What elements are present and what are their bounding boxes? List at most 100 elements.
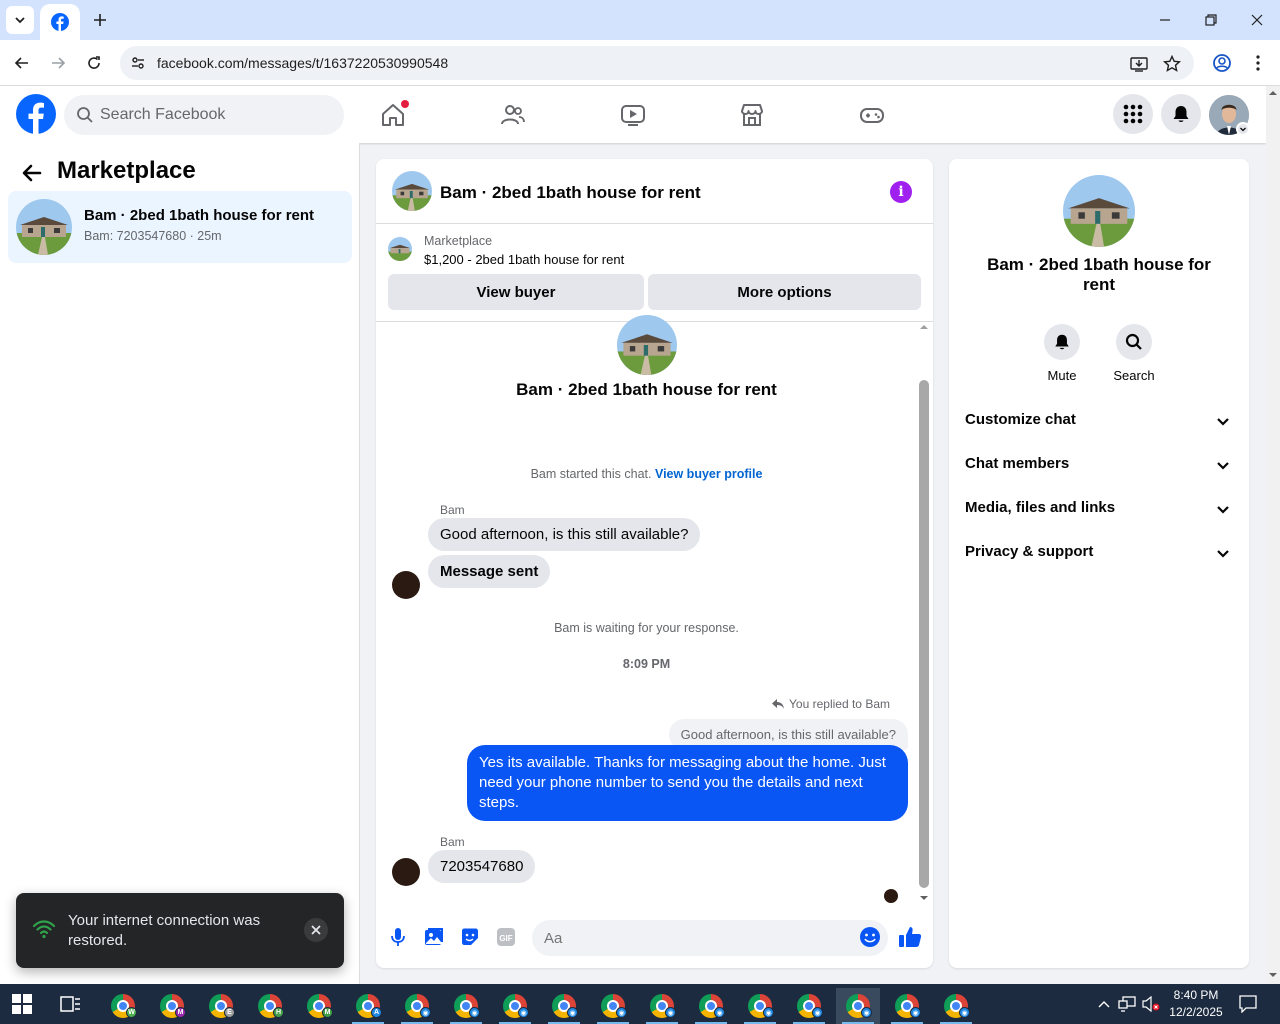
chat-members-row[interactable]: Chat members: [957, 443, 1241, 487]
chrome-taskbar-app[interactable]: ◉: [591, 988, 635, 1024]
minimize-button[interactable]: [1150, 6, 1180, 34]
media-files-links-row[interactable]: Media, files and links: [957, 487, 1241, 531]
video-icon: [621, 105, 645, 126]
facebook-logo-icon[interactable]: [16, 94, 56, 134]
friends-nav-button[interactable]: [498, 100, 528, 130]
incoming-message[interactable]: Message sent: [428, 555, 551, 588]
reload-button[interactable]: [80, 49, 108, 77]
restore-button[interactable]: [1196, 6, 1226, 34]
message-input[interactable]: [532, 920, 888, 956]
chrome-taskbar-app[interactable]: ◉: [738, 988, 782, 1024]
chrome-taskbar-app[interactable]: ◉: [542, 988, 586, 1024]
chrome-taskbar-app[interactable]: ◉: [493, 988, 537, 1024]
chrome-taskbar-app[interactable]: ◉: [689, 988, 733, 1024]
search-in-chat-button[interactable]: Search: [1104, 324, 1164, 383]
chrome-taskbar-app[interactable]: M: [150, 988, 194, 1024]
bell-icon: [1044, 324, 1080, 360]
tab-search-button[interactable]: [6, 6, 34, 34]
account-chevron-icon[interactable]: [1236, 122, 1250, 136]
chevron-down-icon: [1217, 550, 1229, 558]
browser-tab-facebook[interactable]: [40, 4, 80, 40]
photo-icon[interactable]: [422, 925, 446, 949]
conversation-title: Bam · 2bed 1bath house for rent: [84, 207, 315, 224]
chevron-down-icon: [1217, 462, 1229, 470]
toast-close-button[interactable]: [304, 918, 328, 942]
like-thumbs-up-icon[interactable]: [898, 925, 922, 949]
chrome-taskbar-app[interactable]: ◉: [395, 988, 439, 1024]
search-facebook-field[interactable]: Search Facebook: [64, 95, 344, 135]
chat-info-avatar[interactable]: [1063, 175, 1135, 247]
chat-avatar[interactable]: [392, 171, 432, 211]
gaming-nav-button[interactable]: [857, 100, 887, 130]
kebab-menu-icon[interactable]: [1246, 51, 1270, 75]
incoming-message[interactable]: Good afternoon, is this still available?: [428, 518, 701, 551]
chrome-taskbar-app[interactable]: E: [199, 988, 243, 1024]
system-clock[interactable]: 8:40 PM 12/2/2025: [1164, 987, 1228, 1021]
network-icon[interactable]: [1117, 994, 1137, 1014]
new-tab-button[interactable]: [88, 8, 112, 32]
info-icon[interactable]: i: [890, 181, 912, 203]
more-options-button[interactable]: More options: [648, 274, 921, 310]
view-buyer-button[interactable]: View buyer: [388, 274, 644, 310]
chrome-taskbar-app[interactable]: A: [346, 988, 390, 1024]
arrow-left-icon[interactable]: [20, 161, 44, 185]
svg-text:GIF: GIF: [499, 934, 512, 943]
search-label: Search: [1113, 368, 1155, 383]
close-window-button[interactable]: [1242, 6, 1272, 34]
volume-muted-icon[interactable]: [1141, 994, 1161, 1014]
incoming-message[interactable]: 7203547680: [428, 850, 536, 883]
notification-center-icon[interactable]: [1238, 994, 1258, 1014]
chrome-taskbar-app[interactable]: ◉: [885, 988, 929, 1024]
profile-icon[interactable]: [1210, 51, 1234, 75]
site-settings-icon[interactable]: [128, 53, 148, 73]
emoji-icon[interactable]: [858, 925, 882, 949]
chrome-taskbar-app[interactable]: W: [101, 988, 145, 1024]
conversation-item[interactable]: Bam · 2bed 1bath house for rent Bam: 720…: [8, 191, 352, 263]
chrome-taskbar-app-active[interactable]: ◉: [836, 988, 880, 1024]
reply-arrow-icon: [772, 699, 785, 709]
chrome-taskbar-app[interactable]: H: [248, 988, 292, 1024]
gif-icon[interactable]: GIF: [494, 925, 518, 949]
browser-tab-bar: [0, 0, 1280, 40]
windows-start-icon[interactable]: [12, 994, 32, 1014]
mute-button[interactable]: Mute: [1032, 324, 1092, 383]
sticker-icon[interactable]: [458, 925, 482, 949]
bookmark-star-icon[interactable]: [1161, 53, 1183, 75]
chrome-taskbar-app[interactable]: ◉: [787, 988, 831, 1024]
marketplace-nav-button[interactable]: [737, 100, 767, 130]
listing-price-title[interactable]: $1,200 - 2bed 1bath house for rent: [424, 252, 624, 267]
chrome-taskbar-app[interactable]: ◉: [444, 988, 488, 1024]
view-buyer-profile-link[interactable]: View buyer profile: [655, 467, 762, 481]
forward-button[interactable]: [44, 49, 72, 77]
house-photo-icon: [617, 315, 677, 375]
address-bar[interactable]: facebook.com/messages/t/1637220530990548: [120, 46, 1194, 80]
url-text[interactable]: facebook.com/messages/t/1637220530990548: [157, 55, 448, 71]
section-label: Privacy & support: [965, 543, 1094, 560]
microphone-icon[interactable]: [386, 925, 410, 949]
friends-icon: [501, 105, 525, 125]
listing-thumbnail[interactable]: [388, 237, 412, 261]
chevron-down-icon: [1217, 506, 1229, 514]
video-nav-button[interactable]: [618, 100, 648, 130]
house-photo-icon: [16, 199, 72, 255]
menu-button[interactable]: [1113, 94, 1153, 134]
chrome-taskbar-app[interactable]: ◉: [640, 988, 684, 1024]
task-view-icon[interactable]: [60, 994, 82, 1014]
page-scrollbar[interactable]: [1266, 86, 1280, 984]
waiting-notice: Bam is waiting for your response.: [554, 621, 739, 635]
chevron-up-icon[interactable]: [1094, 994, 1114, 1014]
scrollbar-thumb[interactable]: [919, 380, 929, 888]
sender-avatar[interactable]: [392, 858, 420, 886]
chat-title[interactable]: Bam · 2bed 1bath house for rent: [440, 183, 701, 203]
notifications-button[interactable]: [1161, 94, 1201, 134]
install-app-icon[interactable]: [1128, 53, 1150, 75]
reply-tag-text: You replied to Bam: [789, 697, 890, 711]
chrome-taskbar-app[interactable]: M: [297, 988, 341, 1024]
chrome-taskbar-app[interactable]: ◉: [934, 988, 978, 1024]
privacy-support-row[interactable]: Privacy & support: [957, 531, 1241, 575]
customize-chat-row[interactable]: Customize chat: [957, 399, 1241, 443]
outgoing-message[interactable]: Yes its available. Thanks for messaging …: [467, 745, 908, 821]
clock-date: 12/2/2025: [1169, 1005, 1223, 1019]
sender-avatar[interactable]: [392, 571, 420, 599]
back-button[interactable]: [8, 49, 36, 77]
